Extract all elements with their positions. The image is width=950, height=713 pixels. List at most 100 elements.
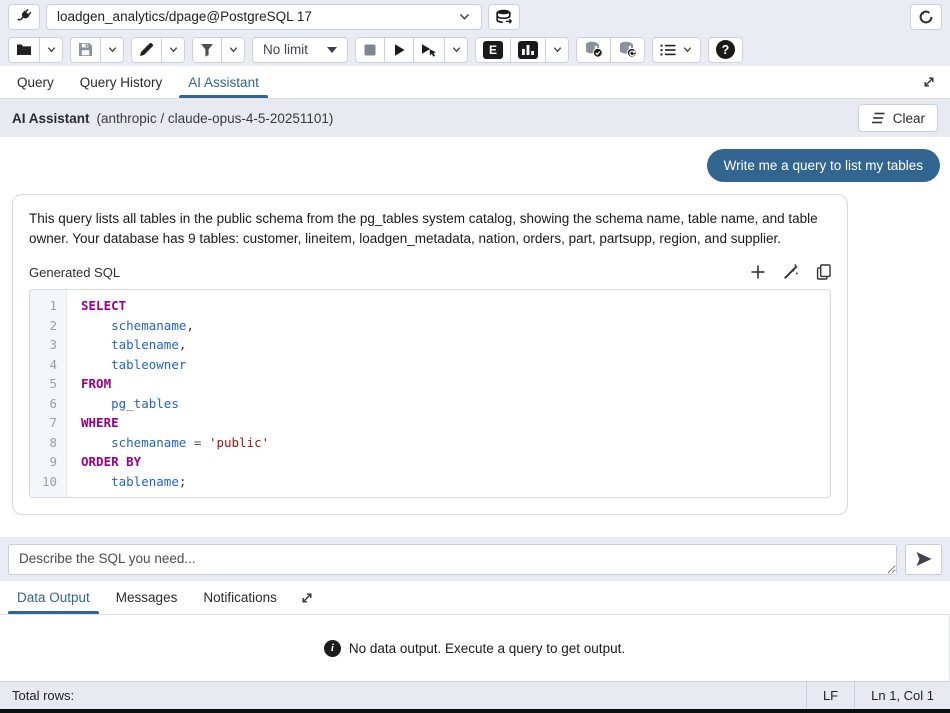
pencil-icon [139,42,154,57]
magic-wand-icon [783,264,799,280]
save-button[interactable] [70,37,101,63]
sql-line: 3 tablename, [30,335,830,355]
connection-status-button[interactable] [8,4,40,30]
chevron-down-icon [682,44,693,55]
execute-button[interactable] [384,37,414,63]
new-connection-button[interactable] [488,4,520,30]
row-limit-value: No limit [263,42,308,57]
ai-assistant-header: AI Assistant (anthropic / claude-opus-4-… [0,99,950,137]
sql-line: 5FROM [30,374,830,394]
sql-line: 4 tableowner [30,355,830,375]
copy-sql-button[interactable] [816,264,831,280]
window-bottom-edge [0,709,950,713]
line-number: 4 [30,355,66,375]
chevron-down-icon [552,44,563,55]
prompt-input[interactable] [8,544,897,575]
tab-notifications[interactable]: Notifications [190,581,290,614]
help-icon: ? [716,40,735,59]
tab-query-history[interactable]: Query History [67,66,176,98]
sql-line: 6 pg_tables [30,394,830,414]
play-icon [393,43,406,57]
explain-group: E [475,37,569,63]
macro-spinner-button[interactable] [910,4,942,30]
sql-line-text: SELECT [66,296,126,316]
explain-analyze-button[interactable] [510,37,546,63]
open-file-menu-button[interactable] [39,37,63,63]
line-number: 10 [30,472,66,492]
sql-line-text: pg_tables [66,394,179,414]
transaction-group [576,37,645,63]
tab-messages[interactable]: Messages [103,581,191,614]
save-group [70,37,124,63]
edit-button[interactable] [131,37,162,63]
editor-tabs: Query Query History AI Assistant [0,66,950,99]
ai-response-text: This query lists all tables in the publi… [29,209,831,249]
tab-notifications-label: Notifications [203,590,277,605]
explain-button[interactable]: E [475,37,511,63]
line-number: 6 [30,394,66,414]
clear-lines-icon [871,112,886,124]
status-bar: Total rows: LF Ln 1, Col 1 [0,681,950,709]
filter-group [192,37,245,63]
tab-query[interactable]: Query [4,66,67,98]
plus-icon [750,264,766,280]
clear-button[interactable]: Clear [858,104,938,132]
sql-line-text: WHERE [66,413,119,433]
list-icon [660,43,676,57]
sql-line-text: tablename, [66,335,186,355]
copy-icon [816,264,831,280]
file-group [8,37,63,63]
execute-menu-button[interactable] [444,37,468,63]
line-number: 5 [30,374,66,394]
sql-line: 10 tablename; [30,472,830,492]
sql-line-text: ORDER BY [66,452,141,472]
eol-indicator[interactable]: LF [806,682,854,709]
sql-line: 9ORDER BY [30,452,830,472]
send-icon [915,551,933,567]
apply-sql-button[interactable] [783,264,799,280]
chevron-down-icon [228,44,239,55]
chevron-down-icon [458,10,471,23]
tab-data-output[interactable]: Data Output [4,581,103,614]
dropdown-triangle-icon [327,47,337,53]
line-number: 3 [30,335,66,355]
save-menu-button[interactable] [100,37,124,63]
sql-code-block[interactable]: 1SELECT2 schemaname,3 tablename,4 tableo… [29,289,831,498]
execute-to-cursor-button[interactable] [413,37,445,63]
filter-menu-button[interactable] [221,37,245,63]
commit-button[interactable] [576,37,611,63]
folder-icon [16,43,32,56]
expand-editor-button[interactable] [912,66,946,98]
connection-select[interactable]: loadgen_analytics/dpage@PostgreSQL 17 [46,4,482,30]
database-connect-icon [495,9,513,25]
tab-ai-assistant-label: AI Assistant [188,75,259,90]
edit-group [131,37,185,63]
explain-icon: E [483,41,503,59]
row-limit-select[interactable]: No limit [252,37,348,63]
total-rows-label: Total rows: [0,688,74,703]
tab-ai-assistant[interactable]: AI Assistant [175,66,272,98]
ai-response-card: This query lists all tables in the publi… [12,194,848,515]
clear-button-label: Clear [893,111,925,126]
connection-value: loadgen_analytics/dpage@PostgreSQL 17 [57,9,458,24]
expand-diagonal-icon [922,75,936,89]
stop-button[interactable] [355,37,385,63]
chevron-down-icon [451,44,462,55]
sql-line-text: FROM [66,374,111,394]
sql-line-text: tablename; [66,472,186,492]
sql-line-text: tableowner [66,355,186,375]
expand-output-button[interactable] [290,581,324,614]
chevron-down-icon [107,44,118,55]
edit-menu-button[interactable] [161,37,185,63]
ai-chat-area: Write me a query to list my tables This … [0,137,950,537]
filter-button[interactable] [192,37,222,63]
insert-sql-button[interactable] [750,264,766,280]
rollback-button[interactable] [610,37,645,63]
send-button[interactable] [905,544,942,575]
prompt-row [0,537,950,581]
open-file-button[interactable] [8,37,40,63]
explain-menu-button[interactable] [545,37,569,63]
tab-messages-label: Messages [116,590,178,605]
macros-button[interactable] [652,37,701,63]
help-button[interactable]: ? [708,37,743,63]
